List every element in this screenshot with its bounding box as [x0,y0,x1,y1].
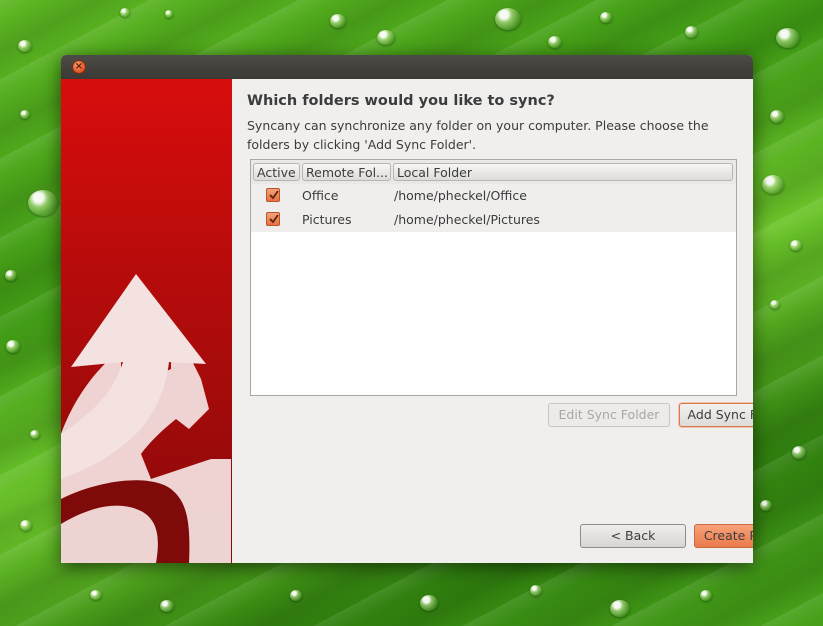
water-drop [30,430,40,439]
water-drop [290,590,302,601]
water-drop [20,110,30,119]
local-folder-cell: /home/pheckel/Office [394,188,527,203]
create-profile-button[interactable]: Create Profile [694,524,753,548]
water-drop [160,600,174,612]
water-drop [790,240,802,251]
checkmark-icon [269,214,279,224]
remote-folder-cell: Pictures [302,212,352,227]
water-drop [20,520,32,531]
back-button[interactable]: < Back [580,524,686,548]
table-header: Active Remote Fol... Local Folder [251,160,736,185]
water-drop [18,40,32,52]
syncany-arrows-logo [61,274,231,563]
sync-folders-table: Active Remote Fol... Local Folder Office… [250,159,737,396]
water-drop [28,190,58,216]
water-drop [377,30,395,45]
water-drop [700,590,712,601]
local-folder-cell: /home/pheckel/Pictures [394,212,540,227]
water-drop [770,110,784,123]
water-drop [770,300,780,309]
water-drop [5,270,17,281]
water-drop [495,8,521,30]
water-drop [610,600,630,617]
side-panel-banner [61,79,232,563]
water-drop [120,8,130,17]
water-drop [762,175,784,194]
remote-folder-cell: Office [302,188,339,203]
water-drop [776,28,800,48]
water-drop [600,12,612,23]
water-drop [685,26,698,38]
water-drop [420,595,438,611]
water-drop [90,590,102,600]
water-drop [792,446,806,459]
wizard-window: × Which folders would you like to sync? … [61,55,753,563]
water-drop [6,340,20,353]
water-drop [165,10,173,18]
active-checkbox[interactable] [266,212,280,226]
table-row[interactable]: Pictures /home/pheckel/Pictures [251,208,736,232]
water-drop [330,14,346,28]
column-header-local-folder[interactable]: Local Folder [393,163,733,181]
table-row[interactable]: Office /home/pheckel/Office [251,184,736,208]
page-title: Which folders would you like to sync? [247,93,555,109]
active-checkbox[interactable] [266,188,280,202]
column-header-active[interactable]: Active [253,163,300,181]
water-drop [760,500,772,511]
water-drop [548,36,562,48]
checkmark-icon [269,190,279,200]
close-icon[interactable]: × [72,60,86,74]
add-sync-folder-button[interactable]: Add Sync Folder [679,403,753,427]
column-header-remote-folder[interactable]: Remote Fol... [302,163,391,181]
water-drop [530,585,542,596]
page-description: Syncany can synchronize any folder on yo… [247,118,709,152]
edit-sync-folder-button[interactable]: Edit Sync Folder [548,403,670,427]
wizard-content: Which folders would you like to sync? Sy… [232,79,753,563]
window-titlebar[interactable]: × [61,55,753,79]
